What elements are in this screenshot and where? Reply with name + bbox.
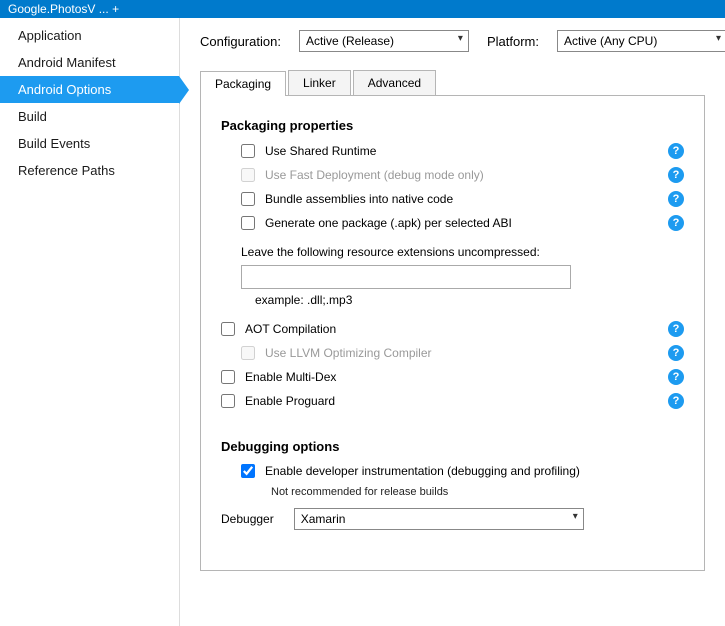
lbl-llvm: Use LLVM Optimizing Compiler [265, 346, 432, 360]
row-aot: AOT Compilation ? [221, 321, 684, 337]
debugger-select[interactable]: Xamarin [294, 508, 584, 530]
debugger-row: Debugger Xamarin [221, 508, 684, 530]
lbl-fast-deployment: Use Fast Deployment (debug mode only) [265, 168, 484, 182]
help-icon[interactable]: ? [668, 167, 684, 183]
help-icon[interactable]: ? [668, 321, 684, 337]
configuration-label: Configuration: [200, 34, 281, 49]
sidebar-item-android-manifest[interactable]: Android Manifest [0, 49, 179, 76]
main-panel: Configuration: Active (Release) Platform… [180, 18, 725, 626]
uncompressed-example: example: .dll;.mp3 [255, 293, 684, 307]
row-bundle-native: Bundle assemblies into native code ? [241, 191, 684, 207]
window-title: Google.PhotosV ... + [8, 2, 119, 16]
chk-shared-runtime[interactable] [241, 144, 255, 158]
sidebar: Application Android Manifest Android Opt… [0, 18, 180, 626]
lbl-one-package-abi: Generate one package (.apk) per selected… [265, 216, 512, 230]
packaging-properties-title: Packaging properties [221, 118, 684, 133]
debugging-options-title: Debugging options [221, 439, 684, 454]
platform-label: Platform: [487, 34, 539, 49]
row-shared-runtime: Use Shared Runtime ? [241, 143, 684, 159]
row-dev-instrumentation: Enable developer instrumentation (debugg… [241, 464, 684, 478]
lbl-multidex: Enable Multi-Dex [245, 370, 336, 384]
help-icon[interactable]: ? [668, 143, 684, 159]
tab-advanced[interactable]: Advanced [353, 70, 436, 95]
tab-packaging[interactable]: Packaging [200, 71, 286, 96]
lbl-bundle-native: Bundle assemblies into native code [265, 192, 453, 206]
sidebar-item-android-options[interactable]: Android Options [0, 76, 179, 103]
tab-linker[interactable]: Linker [288, 70, 351, 95]
row-fast-deployment: Use Fast Deployment (debug mode only) ? [241, 167, 684, 183]
tabs: Packaging Linker Advanced [200, 70, 705, 96]
configuration-select[interactable]: Active (Release) [299, 30, 469, 52]
sidebar-item-build-events[interactable]: Build Events [0, 130, 179, 157]
debugger-label: Debugger [221, 512, 274, 526]
lbl-dev-instrumentation: Enable developer instrumentation (debugg… [265, 464, 580, 478]
root: Application Android Manifest Android Opt… [0, 18, 725, 626]
window-title-bar: Google.PhotosV ... + [0, 0, 725, 18]
chk-fast-deployment [241, 168, 255, 182]
dev-instr-note: Not recommended for release builds [271, 486, 684, 498]
chk-proguard[interactable] [221, 394, 235, 408]
uncompressed-input[interactable] [241, 265, 571, 289]
row-llvm: Use LLVM Optimizing Compiler ? [241, 345, 684, 361]
uncompressed-label: Leave the following resource extensions … [241, 245, 684, 259]
chk-llvm [241, 346, 255, 360]
help-icon[interactable]: ? [668, 369, 684, 385]
sidebar-item-application[interactable]: Application [0, 22, 179, 49]
lbl-shared-runtime: Use Shared Runtime [265, 144, 376, 158]
sidebar-item-reference-paths[interactable]: Reference Paths [0, 157, 179, 184]
sidebar-item-build[interactable]: Build [0, 103, 179, 130]
help-icon[interactable]: ? [668, 345, 684, 361]
row-multidex: Enable Multi-Dex ? [221, 369, 684, 385]
config-row: Configuration: Active (Release) Platform… [200, 30, 705, 52]
lbl-aot: AOT Compilation [245, 322, 336, 336]
lbl-proguard: Enable Proguard [245, 394, 335, 408]
chk-multidex[interactable] [221, 370, 235, 384]
chk-dev-instrumentation[interactable] [241, 464, 255, 478]
help-icon[interactable]: ? [668, 191, 684, 207]
help-icon[interactable]: ? [668, 393, 684, 409]
chk-one-package-abi[interactable] [241, 216, 255, 230]
row-proguard: Enable Proguard ? [221, 393, 684, 409]
chk-aot[interactable] [221, 322, 235, 336]
packaging-panel: Packaging properties Use Shared Runtime … [200, 96, 705, 571]
platform-select[interactable]: Active (Any CPU) [557, 30, 725, 52]
row-one-package-abi: Generate one package (.apk) per selected… [241, 215, 684, 231]
chk-bundle-native[interactable] [241, 192, 255, 206]
help-icon[interactable]: ? [668, 215, 684, 231]
